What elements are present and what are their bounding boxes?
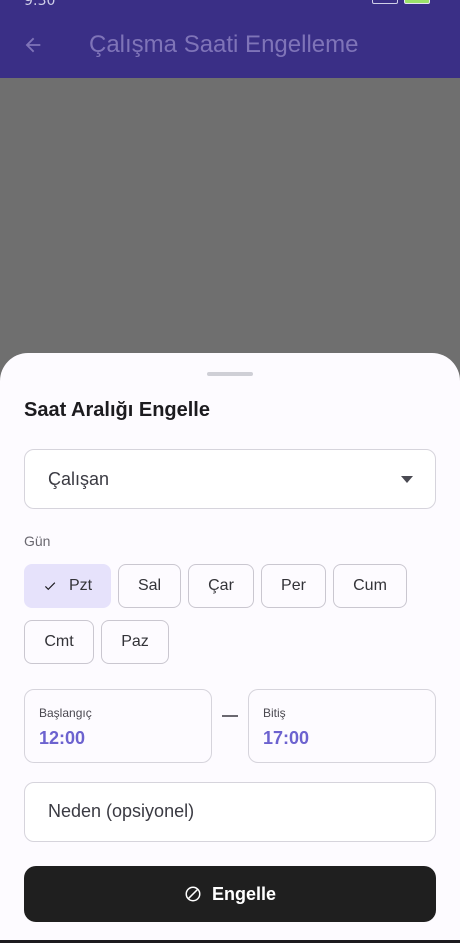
block-icon: [185, 886, 201, 902]
block-button-label: Engelle: [211, 883, 277, 904]
end-time-field[interactable]: Bitiş 17:00: [248, 689, 436, 763]
battery-icon: [404, 0, 430, 4]
dropdown-arrow-icon: [401, 476, 413, 483]
day-chip-paz[interactable]: Paz: [101, 620, 169, 664]
end-time-value: 17:00: [263, 728, 310, 748]
day-chip-label: Paz: [121, 633, 149, 650]
day-chip-label: Cum: [353, 577, 387, 594]
end-time-label: Bitiş: [263, 706, 286, 720]
signal-icon: [372, 0, 398, 4]
arrow-left-icon: [25, 37, 41, 53]
reason-placeholder: Neden (opsiyonel): [48, 801, 195, 821]
page-title: Çalışma Saati Engelleme: [89, 31, 359, 58]
day-chip-cum[interactable]: Cum: [333, 564, 407, 608]
day-chip-pzt[interactable]: Pzt: [24, 564, 111, 608]
day-label: Gün: [24, 533, 51, 549]
check-icon: [44, 582, 56, 591]
app-bar: Çalışma Saati Engelleme: [0, 12, 460, 78]
day-chip-per[interactable]: Per: [261, 564, 326, 608]
day-chip-label: Sal: [137, 577, 162, 594]
status-icons: [372, 0, 430, 4]
employee-select[interactable]: Çalışan: [24, 449, 436, 509]
day-chip-sal[interactable]: Sal: [118, 564, 181, 608]
day-chip-label: Cmt: [44, 633, 74, 650]
day-chip-car[interactable]: Çar: [188, 564, 254, 608]
status-bar: 9:30: [0, 0, 460, 12]
time-range-separator: [222, 715, 238, 717]
start-time-field[interactable]: Başlangıç 12:00: [24, 689, 212, 763]
sheet-title: Saat Aralığı Engelle: [24, 399, 210, 421]
day-chip-cmt[interactable]: Cmt: [24, 620, 94, 664]
bottom-sheet: Saat Aralığı Engelle Çalışan Gün Pzt Sal…: [0, 353, 460, 943]
start-time-value: 12:00: [39, 728, 86, 748]
day-chip-label: Pzt: [68, 577, 93, 594]
reason-input[interactable]: Neden (opsiyonel): [24, 782, 436, 842]
employee-select-label: Çalışan: [48, 469, 110, 489]
back-button[interactable]: [1, 12, 65, 78]
drag-handle[interactable]: [207, 372, 253, 376]
status-time: 9:30: [24, 0, 56, 9]
day-chip-label: Çar: [208, 577, 234, 594]
day-chip-label: Per: [281, 577, 306, 594]
block-button[interactable]: Engelle: [24, 866, 436, 922]
start-time-label: Başlangıç: [39, 706, 92, 720]
